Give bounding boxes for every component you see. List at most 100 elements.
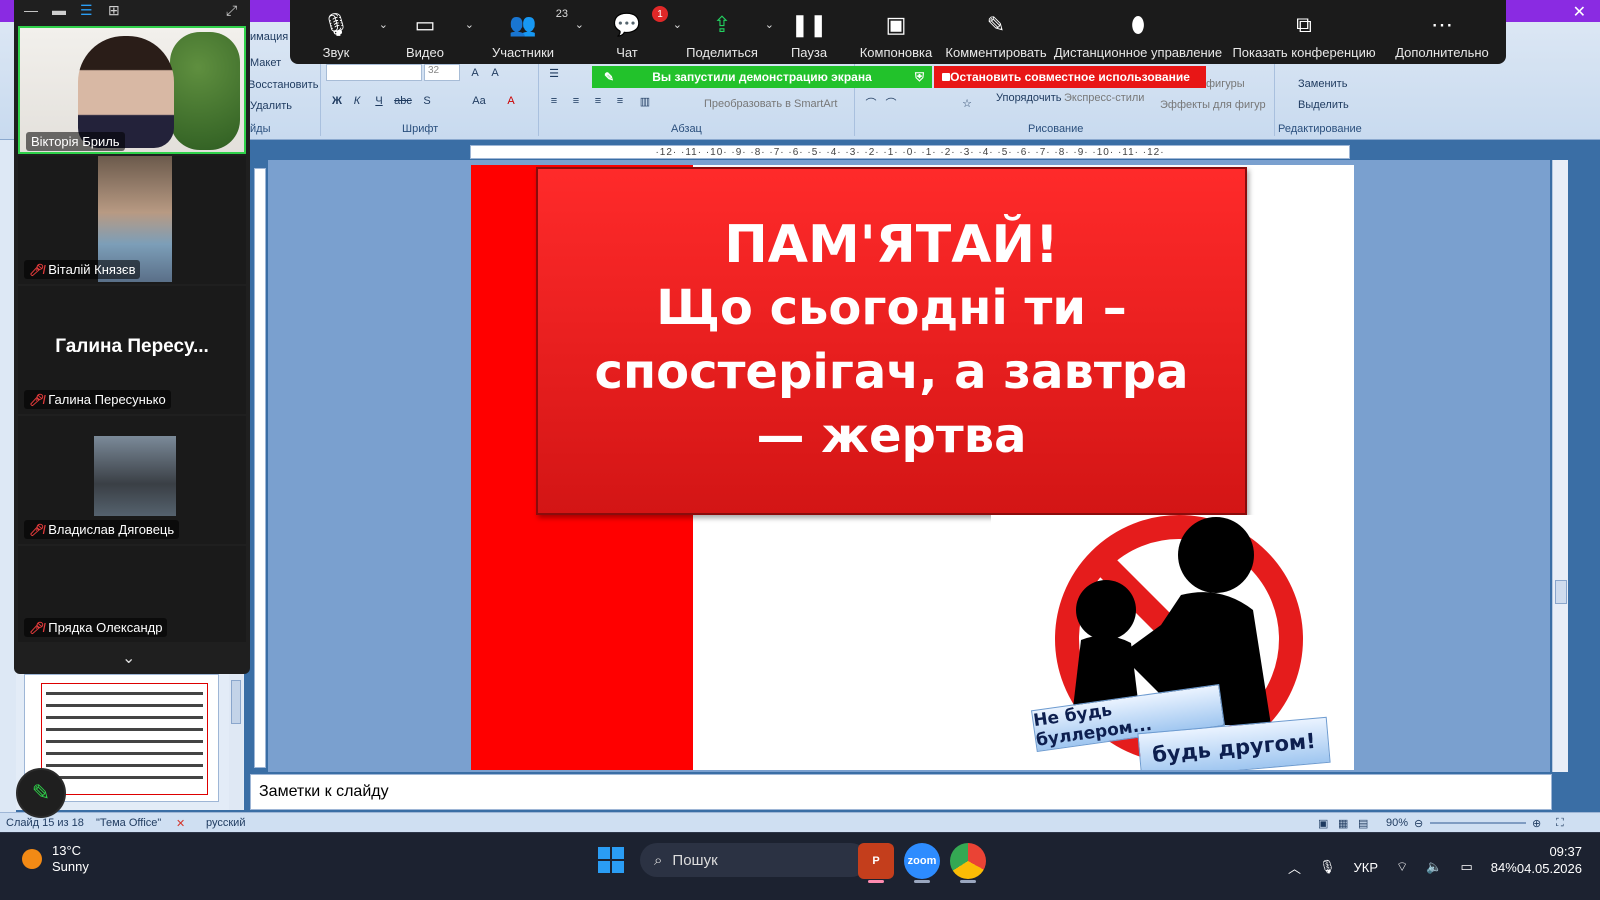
layout-button[interactable]: ▣ Компоновка	[850, 0, 942, 64]
convert-smartart-button[interactable]: Преобразовать в SmartArt	[704, 98, 837, 110]
shape-fill-button[interactable]: фигуры	[1206, 78, 1245, 90]
participant-tile[interactable]: Галина Пересу... 🎤︎̸ Галина Пересунько	[18, 286, 246, 414]
spellcheck-icon[interactable]: ✕	[176, 817, 185, 830]
fit-window-icon[interactable]: ⛶	[1556, 817, 1564, 830]
align-center-icon[interactable]: ≡	[567, 92, 585, 110]
arrange-button[interactable]: Упорядочить	[996, 92, 1061, 104]
microphone-icon[interactable]: 🎙	[1319, 859, 1336, 875]
speaker-icon[interactable]: 🔈	[1426, 859, 1442, 875]
audio-button[interactable]: 🎙 ⌄ Звук	[290, 0, 388, 64]
underline-icon[interactable]: Ч	[370, 92, 388, 110]
participant-tile[interactable]: 🎤︎̸ Прядка Олександр	[18, 546, 246, 642]
bullets-icon[interactable]: ☰	[545, 64, 563, 82]
clock-time: 09:37	[1549, 844, 1582, 859]
wifi-icon[interactable]: ⌔	[1396, 859, 1408, 875]
show-meeting-button[interactable]: ⧉ Показать конференцию	[1226, 0, 1382, 64]
normal-view-icon[interactable]: ▣	[1318, 817, 1328, 830]
scrollbar-thumb[interactable]	[1555, 580, 1567, 604]
remote-control-button[interactable]: ⬮ Дистанционное управление	[1050, 0, 1226, 64]
chrome-taskbar-icon[interactable]	[950, 843, 986, 883]
expand-icon[interactable]: ⤢	[226, 2, 237, 19]
participant-name: 🎤︎̸ Галина Пересунько	[24, 390, 171, 409]
battery-icon[interactable]: ▭	[1460, 859, 1472, 875]
grow-font-icon[interactable]: A	[466, 64, 484, 82]
chat-button[interactable]: 💬 1 ⌄ Чат	[578, 0, 682, 64]
clock-date: 04.05.2026	[1516, 861, 1582, 876]
hide-video-icon[interactable]: ▬	[52, 2, 66, 18]
font-color-icon[interactable]: A	[502, 92, 520, 110]
powerpoint-taskbar-icon[interactable]: P	[858, 843, 894, 883]
participant-tile[interactable]: Вікторія Бриль	[18, 26, 246, 154]
share-button[interactable]: ⇪ ⌄ Поделиться	[676, 0, 774, 64]
slides-group-label: йды	[250, 123, 271, 135]
more-button[interactable]: ⋯ Дополнительно	[1382, 0, 1502, 64]
font-size-field[interactable]: 32	[424, 64, 460, 81]
justify-icon[interactable]: ≡	[611, 92, 629, 110]
star-shape-icon[interactable]: ☆	[958, 94, 976, 112]
language-indicator[interactable]: русский	[206, 817, 245, 829]
video-button[interactable]: ▭ ⌄ Видео	[382, 0, 474, 64]
weather-widget[interactable]: 13°C Sunny	[22, 843, 89, 875]
shrink-font-icon[interactable]: A	[486, 64, 504, 82]
zoom-taskbar-icon[interactable]: zoom	[904, 843, 940, 883]
slide-canvas[interactable]: ПАМ'ЯТАЙ! Що сьогодні ти – спостерігач, …	[471, 165, 1354, 770]
italic-icon[interactable]: К	[348, 92, 366, 110]
anti-bullying-image[interactable]: Не будь буллером... будь другом!	[991, 515, 1354, 770]
participant-tile[interactable]: 🎤︎̸ Владислав Дяговець	[18, 416, 246, 544]
chat-icon: 💬	[613, 12, 641, 37]
participant-display-name: Галина Пересу...	[55, 336, 209, 357]
grid-view-icon[interactable]: ⊞	[108, 2, 120, 19]
participant-tile[interactable]: 🎤︎̸ Віталій Князєв	[18, 156, 246, 284]
pause-button[interactable]: ❚❚ Пауза	[768, 0, 850, 64]
taskbar-clock[interactable]: 09:37 04.05.2026	[1517, 843, 1582, 877]
delete-button[interactable]: Удалить	[250, 100, 292, 112]
zoom-in-icon[interactable]: ⊕	[1532, 817, 1541, 830]
shape-effects-button[interactable]: Эффекты для фигур	[1160, 99, 1266, 111]
shadow-icon[interactable]: S	[418, 92, 436, 110]
minimize-icon[interactable]: —	[24, 2, 38, 18]
notes-pane[interactable]: Заметки к слайду	[250, 774, 1552, 810]
chevron-down-icon[interactable]: ⌄	[122, 648, 135, 668]
search-icon: ⌕	[654, 851, 663, 869]
stop-share-button[interactable]: Остановить совместное использование	[934, 66, 1206, 88]
vertical-ruler	[254, 168, 266, 768]
annotate-button[interactable]: ✎ Комментировать	[942, 0, 1050, 64]
chevron-up-icon[interactable]: ︿	[1288, 858, 1301, 877]
participants-button[interactable]: 👥 23 ⌄ Участники	[468, 0, 584, 64]
slideshow-view-icon[interactable]: ▤	[1358, 817, 1368, 830]
windows-start-icon[interactable]	[598, 847, 624, 873]
strip-view-icon[interactable]: ☰	[80, 2, 93, 19]
annotation-pen-icon[interactable]: ✎	[16, 768, 66, 818]
align-right-icon[interactable]: ≡	[589, 92, 607, 110]
columns-icon[interactable]: ▥	[636, 92, 654, 110]
shapes-gallery-icon[interactable]: ⌒	[862, 94, 880, 112]
thumbnail-scrollbar[interactable]	[229, 670, 243, 810]
font-name-field[interactable]	[326, 64, 422, 81]
close-icon[interactable]: ✕	[1573, 2, 1586, 22]
zoom-out-icon[interactable]: ⊖	[1414, 817, 1423, 830]
select-button[interactable]: Выделить	[1298, 99, 1349, 111]
stop-icon	[942, 73, 950, 81]
powerpoint-statusbar: Слайд 15 из 18 "Тема Office" ✕ русский ▣…	[0, 812, 1600, 832]
align-left-icon[interactable]: ≡	[545, 92, 563, 110]
slide-title-box[interactable]: ПАМ'ЯТАЙ! Що сьогодні ти – спостерігач, …	[536, 167, 1247, 515]
strikethrough-icon[interactable]: аbc	[394, 92, 412, 110]
reset-button[interactable]: Восстановить	[248, 79, 318, 91]
zoom-level[interactable]: 90%	[1386, 817, 1408, 829]
layout-button[interactable]: Макет	[250, 57, 281, 69]
bold-icon[interactable]: Ж	[328, 92, 346, 110]
zoom-slider[interactable]	[1430, 822, 1526, 824]
scrollbar-thumb[interactable]	[231, 680, 241, 724]
taskbar-search[interactable]: ⌕ Пошук	[640, 843, 868, 877]
replace-button[interactable]: Заменить	[1298, 78, 1347, 90]
layout-icon: ▣	[885, 12, 907, 37]
arc-shape-icon[interactable]: ⌒	[882, 94, 900, 112]
microphone-icon: 🎙	[322, 12, 350, 37]
keyboard-language[interactable]: УКР	[1354, 860, 1379, 875]
quick-styles-button[interactable]: Экспресс-стили	[1064, 92, 1144, 104]
tab-animation[interactable]: имация	[250, 31, 288, 43]
sorter-view-icon[interactable]: ▦	[1338, 817, 1348, 830]
slide-scrollbar[interactable]	[1552, 160, 1568, 772]
window-icon: ⧉	[1296, 12, 1312, 37]
change-case-icon[interactable]: Aa	[470, 92, 488, 110]
